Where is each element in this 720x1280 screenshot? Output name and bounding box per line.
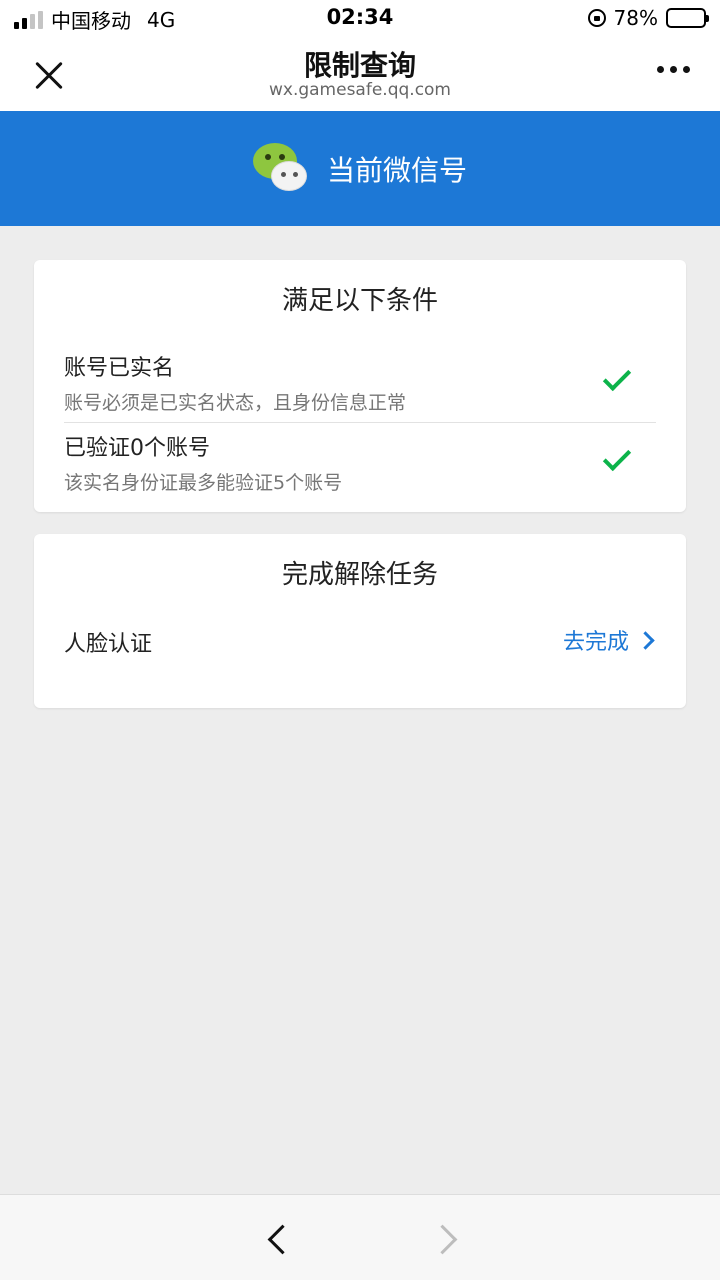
- go-complete-button[interactable]: 去完成: [562, 624, 655, 656]
- condition-desc: 该实名身份证最多能验证5个账号: [64, 472, 343, 494]
- divider: [64, 422, 656, 423]
- page-url: wx.gamesafe.qq.com: [268, 80, 451, 100]
- conditions-card: 满足以下条件 账号已实名 账号必须是已实名状态，且身份信息正常 已验证0个账号 …: [34, 260, 686, 512]
- battery-percent: 78%: [613, 6, 658, 30]
- nav-bar: 限制查询 wx.gamesafe.qq.com: [0, 36, 720, 111]
- battery-icon: [666, 8, 709, 28]
- status-bar: 中国移动 4G 02:34 78%: [0, 0, 720, 36]
- status-right: 78%: [587, 6, 709, 30]
- task-card: 完成解除任务 人脸认证 去完成: [34, 534, 686, 708]
- page-title: 限制查询: [303, 49, 416, 82]
- back-icon[interactable]: [262, 1223, 292, 1253]
- bottom-toolbar: [0, 1194, 720, 1280]
- page: 中国移动 4G 02:34 78% 限制查询 wx.gamesafe.qq.co…: [0, 0, 720, 1280]
- condition-title: 已验证0个账号: [64, 436, 210, 461]
- conditions-title: 满足以下条件: [281, 286, 438, 316]
- condition-desc: 账号必须是已实名状态，且身份信息正常: [64, 392, 407, 414]
- task-title: 完成解除任务: [281, 560, 438, 590]
- chevron-right-icon: [636, 630, 655, 650]
- face-verify-label: 人脸认证: [64, 632, 153, 657]
- condition-item: 账号已实名 账号必须是已实名状态，且身份信息正常: [64, 350, 656, 415]
- forward-icon[interactable]: [432, 1223, 462, 1253]
- more-icon[interactable]: [657, 66, 690, 73]
- condition-item: 已验证0个账号 该实名身份证最多能验证5个账号: [64, 430, 656, 495]
- banner-text: 当前微信号: [326, 153, 467, 187]
- wechat-icon: [252, 142, 309, 195]
- condition-title: 账号已实名: [64, 356, 175, 381]
- account-banner: 当前微信号: [0, 111, 720, 226]
- rotation-lock-icon: [587, 9, 606, 27]
- go-complete-label: 去完成: [562, 630, 629, 655]
